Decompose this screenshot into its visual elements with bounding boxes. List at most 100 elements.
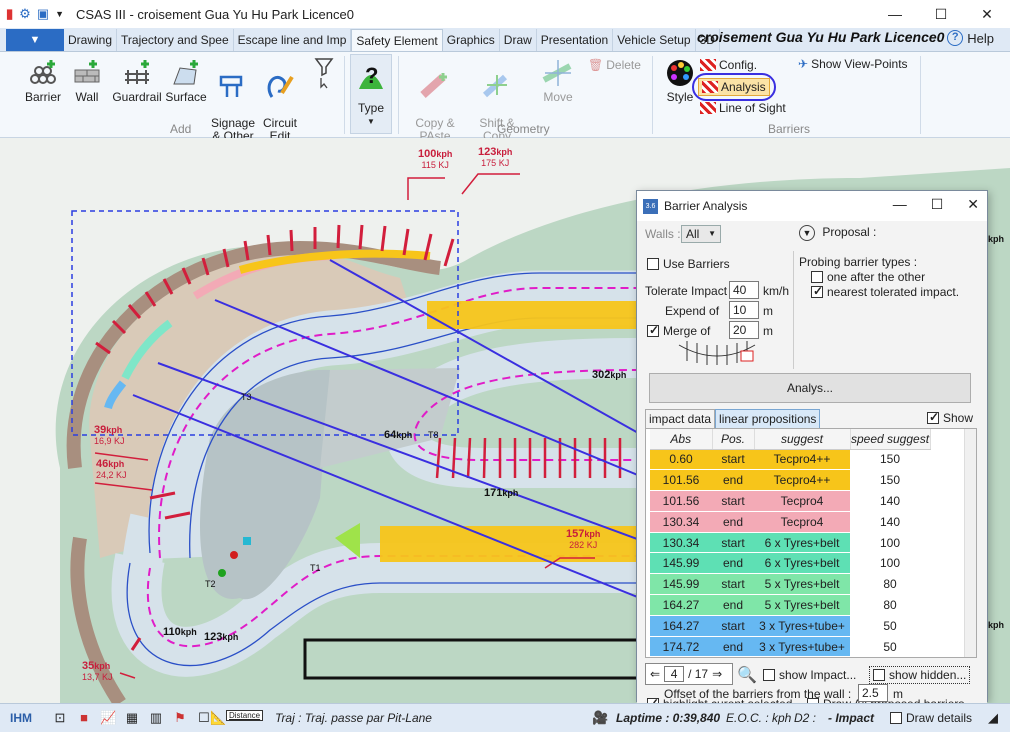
dropdown-arrow-icon[interactable]: ▼: [55, 9, 64, 19]
dialog-maximize-button[interactable]: ☐: [931, 196, 944, 213]
table-row[interactable]: 164.27 start 3 x Tyres+tube+ 50: [650, 615, 930, 637]
analys-button[interactable]: Analys...: [649, 373, 971, 403]
speed-unit: kph: [106, 425, 123, 435]
tab-linear-propositions[interactable]: linear propositions: [715, 409, 821, 428]
help-button[interactable]: ? Help: [947, 30, 994, 46]
column-header-abs[interactable]: Abs: [650, 429, 713, 450]
probe-one-after-other-checkbox[interactable]: one after the other: [811, 270, 925, 284]
tab-trajectory[interactable]: Trajectory and Spee: [117, 29, 234, 51]
table-scrollbar[interactable]: [964, 429, 976, 657]
show-view-points-button[interactable]: ✈ Show View-Points: [798, 57, 908, 71]
expend-of-input[interactable]: 10: [729, 301, 759, 319]
distance-button[interactable]: Distance: [226, 710, 264, 721]
turn-label-t8: T8: [428, 430, 439, 440]
zoom-window-icon[interactable]: ⊡: [52, 710, 68, 726]
ihm-label[interactable]: IHM: [10, 711, 32, 725]
search-icon[interactable]: 🔍: [737, 665, 757, 685]
use-barriers-checkbox[interactable]: Use Barriers: [647, 257, 730, 271]
dialog-close-button[interactable]: ✕: [967, 196, 979, 213]
move-button[interactable]: Move: [536, 58, 580, 104]
tab-vehicle-setup[interactable]: Vehicle Setup: [613, 29, 696, 51]
cube-icon[interactable]: ■: [76, 710, 92, 726]
merge-of-checkbox[interactable]: Merge of: [647, 323, 710, 338]
tab-drawing[interactable]: Drawing: [64, 29, 118, 51]
table-cell-pos: start: [712, 490, 754, 512]
page-input[interactable]: 4: [664, 666, 685, 682]
speed-unit: kph: [108, 459, 125, 469]
column-header-pos[interactable]: Pos.: [712, 429, 755, 450]
table-row[interactable]: 130.34 end Tecpro4 140: [650, 511, 930, 533]
proposal-toggle[interactable]: ▼ Proposal :: [799, 225, 876, 241]
copy-paste-button[interactable]: Copy & PAste: [410, 58, 460, 143]
bar-chart-icon[interactable]: ▦: [124, 710, 140, 726]
surface-icon: [173, 60, 198, 85]
barrier-button[interactable]: Barrier: [22, 58, 64, 104]
table-row[interactable]: 0.60 start Tecpro4++ 150: [650, 449, 930, 471]
grid-chart-icon[interactable]: ▥: [148, 710, 164, 726]
probe-nearest-checkbox[interactable]: nearest tolerated impact.: [811, 284, 959, 299]
gear-icon[interactable]: ⚙: [19, 6, 31, 22]
draw-details-checkbox[interactable]: Draw details: [890, 711, 972, 725]
line-chart-icon[interactable]: 📈: [100, 710, 116, 726]
table-cell-suggest: 3 x Tyres+tube+: [754, 615, 850, 637]
show-checkbox[interactable]: Show: [927, 410, 973, 425]
tab-presentation[interactable]: Presentation: [537, 29, 614, 51]
show-impact-checkbox[interactable]: show Impact...: [763, 668, 856, 682]
tab-graphics[interactable]: Graphics: [443, 29, 500, 51]
checkbox-box: [811, 271, 823, 283]
table-row[interactable]: 164.27 end 5 x Tyres+belt 80: [650, 594, 930, 616]
table-cell-suggest: Tecpro4++: [754, 469, 850, 492]
wall-button[interactable]: Wall: [70, 58, 104, 104]
signage-button[interactable]: Signage & Other: [209, 58, 257, 143]
previous-page-icon[interactable]: ⇐: [650, 667, 660, 681]
svg-text:?: ?: [365, 63, 378, 88]
flag-icon[interactable]: ⚑: [172, 710, 188, 726]
measure-icon[interactable]: 📐: [210, 710, 226, 726]
move-label: Move: [543, 90, 573, 104]
walls-select[interactable]: All ▼: [681, 225, 721, 243]
table-cell-pos: start: [712, 449, 754, 471]
table-row[interactable]: 174.72 end 3 x Tyres+tube+ 50: [650, 636, 930, 658]
table-row[interactable]: 145.99 start 5 x Tyres+belt 80: [650, 573, 930, 596]
next-page-icon[interactable]: ⇒: [712, 667, 722, 681]
config-button[interactable]: Config.: [700, 58, 757, 72]
table-body: 0.60 start Tecpro4++ 150 101.56 end Tecpro4++ 1…: [650, 449, 930, 658]
show-hidden-checkbox[interactable]: show hidden...: [869, 666, 971, 684]
table-cell-abs: 0.60: [650, 449, 712, 471]
guardrail-button[interactable]: Guardrail: [110, 58, 164, 104]
line-of-sight-button[interactable]: Line of Sight: [700, 101, 786, 115]
delete-button[interactable]: 🗑 Delete: [588, 58, 641, 72]
table-row[interactable]: 130.34 start 6 x Tyres+belt 100: [650, 532, 930, 554]
help-icon: ?: [947, 30, 964, 46]
type-dropdown-button[interactable]: ? Type ▼: [350, 54, 392, 134]
file-menu-button[interactable]: ▼: [6, 29, 64, 51]
close-button[interactable]: ✕: [964, 0, 1010, 28]
column-header-suggest[interactable]: suggest: [754, 429, 851, 450]
minimize-button[interactable]: —: [872, 0, 918, 28]
tab-draw[interactable]: Draw: [500, 29, 537, 51]
tab-escape-line[interactable]: Escape line and Imp: [234, 29, 352, 51]
speed-label-100: 100kph 115 KJ: [418, 148, 452, 170]
circuit-edit-button[interactable]: Circuit Edit: [258, 58, 302, 143]
turn-label-t3: T3: [241, 392, 252, 402]
table-row[interactable]: 101.56 end Tecpro4++ 150: [650, 469, 930, 492]
column-header-speed-suggest[interactable]: speed suggest: [850, 429, 931, 450]
surface-button[interactable]: Surface: [164, 58, 208, 104]
image-icon[interactable]: ▣: [37, 6, 49, 22]
table-row[interactable]: 101.56 start Tecpro4 140: [650, 490, 930, 512]
resize-grip-icon[interactable]: ◢: [985, 710, 1001, 726]
filter-button[interactable]: [312, 56, 336, 93]
speed-unit: kph: [180, 627, 197, 637]
tab-safety-element[interactable]: Safety Element: [351, 29, 443, 51]
laptime-value: Laptime : 0:39,840: [616, 711, 721, 725]
maximize-button[interactable]: ☐: [918, 0, 964, 28]
speed-value: 39: [94, 424, 107, 436]
dialog-minimize-button[interactable]: —: [893, 196, 907, 213]
tolerate-impact-input[interactable]: 40: [729, 281, 759, 299]
camera-icon[interactable]: 🎥: [592, 710, 608, 726]
bar-chart-icon[interactable]: ▮: [6, 6, 13, 22]
table-row[interactable]: 145.99 end 6 x Tyres+belt 100: [650, 552, 930, 575]
trajectory-status: Traj : Traj. passe par Pit-Lane: [275, 711, 432, 725]
tab-impact-data[interactable]: impact data: [645, 409, 716, 428]
offset-input[interactable]: 2.5: [858, 684, 888, 702]
